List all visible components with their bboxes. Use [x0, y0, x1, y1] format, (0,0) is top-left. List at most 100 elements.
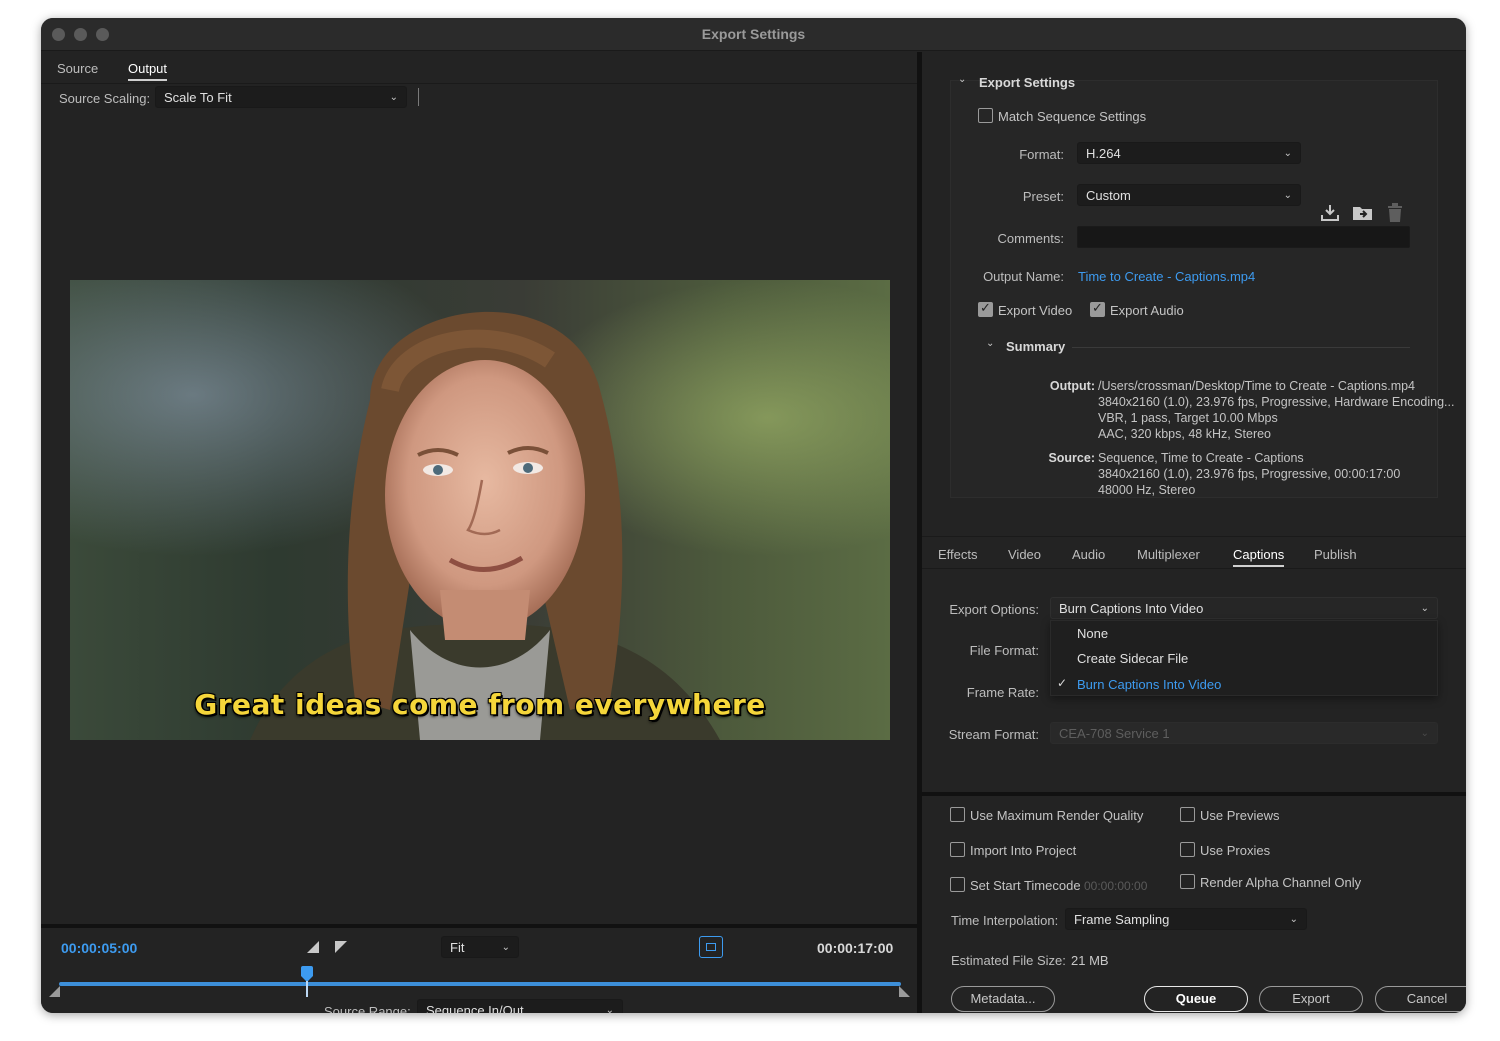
- timeline-top-border: [41, 924, 917, 928]
- export-audio-label: Export Audio: [1110, 303, 1184, 318]
- stream-format-dropdown[interactable]: CEA-708 Service 1 ⌄: [1050, 722, 1438, 744]
- preset-value: Custom: [1086, 188, 1131, 203]
- source-scaling-dropdown[interactable]: Scale To Fit ⌄: [155, 86, 407, 108]
- summary-output-line: VBR, 1 pass, Target 10.00 Mbps: [1098, 411, 1278, 425]
- tab-captions[interactable]: Captions: [1233, 547, 1285, 567]
- tab-publish[interactable]: Publish: [1314, 547, 1357, 562]
- max-render-quality-checkbox[interactable]: [950, 807, 965, 822]
- chevron-down-icon: ⌄: [389, 92, 398, 103]
- summary-source-line: 48000 Hz, Stereo: [1098, 483, 1196, 497]
- preview-frame-image: [70, 280, 890, 740]
- comments-input[interactable]: [1077, 226, 1410, 248]
- zoom-dropdown[interactable]: Fit ⌄: [441, 936, 519, 958]
- queue-button[interactable]: Queue: [1144, 986, 1248, 1012]
- tab-effects[interactable]: Effects: [938, 547, 978, 562]
- tab-multiplexer[interactable]: Multiplexer: [1137, 547, 1200, 562]
- menu-item-none[interactable]: None: [1077, 626, 1108, 641]
- start-timecode-value[interactable]: 00:00:00:00: [1084, 879, 1147, 893]
- file-format-label: File Format:: [969, 643, 1039, 658]
- export-options-dropdown[interactable]: Burn Captions Into Video ⌄: [1050, 597, 1438, 619]
- output-name-link[interactable]: Time to Create - Captions.mp4: [1078, 269, 1255, 284]
- export-video-checkbox[interactable]: [978, 300, 993, 317]
- import-preset-icon[interactable]: [1352, 204, 1374, 222]
- comments-label: Comments:: [997, 231, 1064, 246]
- checkmark-icon: ✓: [1057, 676, 1068, 690]
- menu-item-burn-captions-into-video[interactable]: Burn Captions Into Video: [1077, 677, 1221, 692]
- right-panel: ⌄ Export Settings Match Sequence Setting…: [922, 52, 1466, 1013]
- preset-label: Preset:: [1022, 189, 1064, 204]
- use-proxies-label: Use Proxies: [1200, 843, 1271, 858]
- tab-source[interactable]: Source: [57, 61, 98, 76]
- tab-audio[interactable]: Audio: [1072, 547, 1105, 562]
- estimated-file-size-value: 21 MB: [1071, 953, 1109, 968]
- chevron-down-icon[interactable]: ⌄: [986, 338, 994, 349]
- out-point-handle-icon[interactable]: [899, 986, 910, 997]
- format-label: Format:: [1019, 147, 1064, 162]
- divider: [922, 792, 1466, 796]
- summary-source-line: Sequence, Time to Create - Captions: [1098, 451, 1304, 465]
- delete-preset-icon[interactable]: [1386, 203, 1404, 223]
- source-range-value: Sequence In/Out: [426, 1003, 524, 1013]
- chevron-down-icon: ⌄: [1283, 190, 1292, 201]
- use-previews-label: Use Previews: [1200, 808, 1280, 823]
- playhead-icon: [300, 966, 313, 976]
- stream-format-value: CEA-708 Service 1: [1059, 726, 1170, 741]
- chevron-down-icon[interactable]: ⌄: [958, 74, 966, 85]
- export-options-label: Export Options:: [949, 602, 1039, 617]
- export-options-value: Burn Captions Into Video: [1059, 601, 1204, 616]
- time-interpolation-dropdown[interactable]: Frame Sampling ⌄: [1065, 908, 1307, 930]
- metadata-button[interactable]: Metadata...: [951, 986, 1055, 1012]
- divider: [41, 83, 917, 84]
- render-alpha-label: Render Alpha Channel Only: [1200, 875, 1362, 890]
- render-alpha-checkbox[interactable]: [1180, 874, 1195, 889]
- in-point-handle-icon[interactable]: [49, 986, 60, 997]
- playhead-handle[interactable]: [300, 966, 315, 997]
- burned-caption-text: Great ideas come from everywhere: [194, 688, 766, 721]
- timeline-scrubber-track[interactable]: [59, 982, 901, 986]
- chevron-down-icon: ⌄: [1289, 914, 1298, 925]
- save-preset-icon[interactable]: [1320, 204, 1340, 222]
- use-proxies-checkbox[interactable]: [1180, 842, 1195, 857]
- mark-out-icon[interactable]: [335, 941, 347, 953]
- chevron-down-icon: ⌄: [1420, 728, 1429, 739]
- export-button[interactable]: Export: [1259, 986, 1363, 1012]
- stream-format-label: Stream Format:: [948, 727, 1039, 742]
- summary-heading: Summary: [1006, 339, 1066, 354]
- mark-in-icon[interactable]: [307, 941, 319, 953]
- menu-item-create-sidecar-file[interactable]: Create Sidecar File: [1077, 651, 1188, 666]
- match-sequence-checkbox[interactable]: [978, 108, 993, 123]
- summary-output-line: 3840x2160 (1.0), 23.976 fps, Progressive…: [1098, 395, 1455, 409]
- output-name-label: Output Name:: [983, 269, 1064, 284]
- tab-output[interactable]: Output: [128, 61, 168, 81]
- aspect-ratio-correction-icon[interactable]: [699, 936, 723, 958]
- source-scaling-value: Scale To Fit: [164, 90, 232, 105]
- playhead-line: [305, 981, 308, 997]
- source-range-dropdown[interactable]: Sequence In/Out ⌄: [417, 999, 623, 1013]
- cancel-button[interactable]: Cancel: [1375, 986, 1466, 1012]
- source-range-label: Source Range:: [324, 1004, 411, 1013]
- format-dropdown[interactable]: H.264 ⌄: [1077, 142, 1301, 164]
- zoom-value: Fit: [450, 940, 465, 955]
- export-audio-checkbox[interactable]: [1090, 300, 1105, 317]
- export-video-label: Export Video: [998, 303, 1073, 318]
- match-sequence-label: Match Sequence Settings: [998, 109, 1147, 124]
- summary-source-line: 3840x2160 (1.0), 23.976 fps, Progressive…: [1098, 467, 1401, 481]
- title-bar: Export Settings: [41, 18, 1466, 51]
- end-timecode: 00:00:17:00: [817, 940, 894, 956]
- current-timecode[interactable]: 00:00:05:00: [61, 940, 137, 956]
- separator: [418, 88, 419, 106]
- chevron-down-icon: ⌄: [605, 1005, 614, 1013]
- chevron-down-icon: ⌄: [1420, 603, 1429, 614]
- set-start-timecode-checkbox[interactable]: [950, 877, 965, 892]
- import-into-project-checkbox[interactable]: [950, 842, 965, 857]
- summary-divider: [1072, 347, 1410, 348]
- export-settings-window: Export Settings Source Output Source Sca…: [41, 18, 1466, 1013]
- summary-source-key: Source:: [1048, 451, 1095, 465]
- import-into-project-label: Import Into Project: [970, 843, 1077, 858]
- preset-dropdown[interactable]: Custom ⌄: [1077, 184, 1301, 206]
- use-previews-checkbox[interactable]: [1180, 807, 1195, 822]
- divider: [922, 568, 1466, 569]
- summary-output-key: Output:: [1049, 379, 1095, 393]
- estimated-file-size-label: Estimated File Size:: [951, 953, 1066, 968]
- tab-video[interactable]: Video: [1008, 547, 1041, 562]
